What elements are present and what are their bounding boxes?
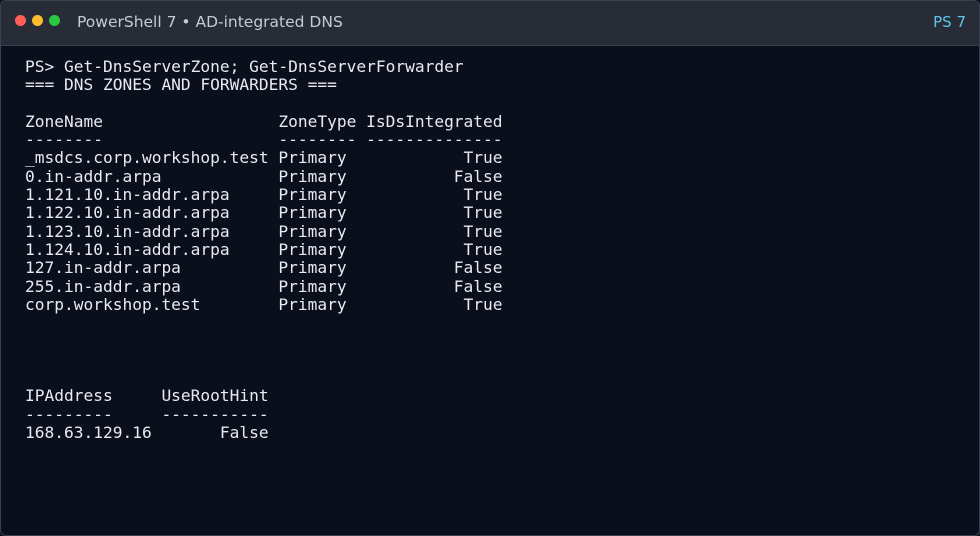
shell-version-badge: PS 7	[933, 13, 966, 31]
terminal-line: --------- -----------	[25, 404, 269, 424]
terminal-window: PowerShell 7 • AD-integrated DNS PS 7 PS…	[0, 0, 980, 536]
terminal-line: 127.in-addr.arpa Primary False	[25, 258, 503, 278]
terminal-line: IPAddress UseRootHint	[25, 386, 269, 406]
terminal-line: 1.123.10.in-addr.arpa Primary True	[25, 221, 503, 241]
terminal-line: corp.workshop.test Primary True	[25, 294, 503, 314]
terminal-line: PS> Get-DnsServerZone; Get-DnsServerForw…	[25, 57, 464, 76]
terminal-line: === DNS ZONES AND FORWARDERS ===	[25, 75, 337, 95]
minimize-button[interactable]	[32, 15, 43, 26]
terminal-line: 168.63.129.16 False	[25, 422, 269, 442]
terminal-line: 1.121.10.in-addr.arpa Primary True	[25, 185, 503, 205]
terminal-line: 1.124.10.in-addr.arpa Primary True	[25, 239, 503, 259]
terminal-line: -------- -------- --------------	[25, 130, 503, 150]
terminal-output[interactable]: PS> Get-DnsServerZone; Get-DnsServerForw…	[25, 57, 969, 525]
maximize-button[interactable]	[49, 15, 60, 26]
window-title: PowerShell 7 • AD-integrated DNS	[77, 13, 343, 31]
terminal-line: _msdcs.corp.workshop.test Primary True	[25, 148, 503, 168]
title-bar: PowerShell 7 • AD-integrated DNS PS 7	[1, 1, 979, 46]
terminal-line: 255.in-addr.arpa Primary False	[25, 276, 503, 296]
terminal-line: 1.122.10.in-addr.arpa Primary True	[25, 203, 503, 223]
close-button[interactable]	[15, 15, 26, 26]
terminal-line: 0.in-addr.arpa Primary False	[25, 166, 503, 186]
terminal-line: ZoneName ZoneType IsDsIntegrated	[25, 111, 503, 131]
